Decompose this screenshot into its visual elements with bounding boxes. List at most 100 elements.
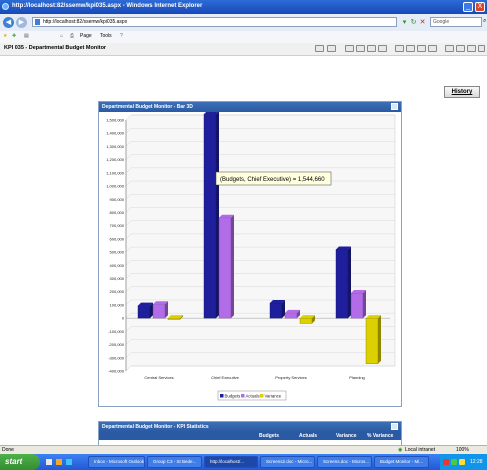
col-actuals: Actuals xyxy=(299,433,318,439)
favorites-star-icon[interactable]: ★ xyxy=(3,33,7,40)
tab-icon[interactable]: ▤ xyxy=(24,33,29,40)
toolbar-icon[interactable] xyxy=(315,45,324,52)
toolbar-icon[interactable] xyxy=(456,45,465,52)
page-menu[interactable]: Page xyxy=(80,33,92,40)
y-tick-label: 300,000 xyxy=(110,276,125,281)
window-title: http://localhost:82/ssemw/kpi035.aspx - … xyxy=(12,3,203,9)
start-button[interactable]: start xyxy=(0,454,40,470)
y-tick-label: 900,000 xyxy=(110,197,125,202)
y-tick-label: -100,000 xyxy=(108,329,125,334)
stats-panel-title: Departmental Budget Monitor - KPI Statis… xyxy=(102,424,209,430)
zone-text: Local intranet xyxy=(405,447,436,453)
address-bar: ◀ ▶ http://localhost:82/ssemw/kpi035.asp… xyxy=(0,14,487,32)
toolbar-icon[interactable] xyxy=(378,45,387,52)
minimize-button[interactable]: _ xyxy=(463,2,473,12)
taskbar-item[interactable]: Screens2.doc - Micro... xyxy=(260,456,315,468)
y-tick-label: 1,000,000 xyxy=(106,184,125,189)
legend-swatch-actuals xyxy=(241,394,245,398)
clock: 12:28 xyxy=(470,459,483,465)
taskbar-item[interactable]: Budget Monitor - Mi... xyxy=(374,456,429,468)
toolbar-icon[interactable] xyxy=(445,45,454,52)
toolbar-icon[interactable] xyxy=(428,45,437,52)
help-icon[interactable]: ? xyxy=(120,33,123,40)
y-tick-label: 1,200,000 xyxy=(106,157,125,162)
toolbar-icon[interactable] xyxy=(467,45,476,52)
x-tick-label: Central Services xyxy=(144,375,173,380)
tooltip-text: (Budgets, Chief Executive) = 1,544,660 xyxy=(220,177,325,183)
quicklaunch-icon[interactable] xyxy=(56,459,62,465)
toolbar-icon[interactable] xyxy=(345,45,354,52)
stats-panel-header: Departmental Budget Monitor - KPI Statis… xyxy=(99,422,401,432)
panel-close-icon[interactable] xyxy=(391,423,398,430)
y-tick-label: 0 xyxy=(122,316,125,321)
status-text: Done xyxy=(2,447,14,453)
y-tick-label: 600,000 xyxy=(110,236,125,241)
forward-icon[interactable]: ▶ xyxy=(16,17,27,28)
toolbar-icon[interactable] xyxy=(417,45,426,52)
bar-variance-0 xyxy=(167,317,181,320)
toolbar-icon[interactable] xyxy=(395,45,404,52)
chart-panel: Departmental Budget Monitor - Bar 3D 1,5… xyxy=(98,101,402,407)
bar-side-budgets-2 xyxy=(282,299,285,319)
taskbar-item[interactable]: Screens.doc - Micros... xyxy=(317,456,372,468)
zoom-level[interactable]: 100% xyxy=(456,447,469,453)
bar-side-budgets-1 xyxy=(216,112,219,319)
bar-side-budgets-3 xyxy=(348,246,351,319)
y-tick-label: -200,000 xyxy=(108,342,125,347)
y-tick-label: 1,500,000 xyxy=(106,118,125,123)
search-input[interactable]: Google xyxy=(430,17,482,27)
history-button[interactable]: History xyxy=(444,86,480,98)
chart-panel-title: Departmental Budget Monitor - Bar 3D xyxy=(102,104,193,110)
legend-label-actuals: Actuals xyxy=(246,394,260,399)
y-tick-label: 100,000 xyxy=(110,302,125,307)
y-tick-label: 1,400,000 xyxy=(106,131,125,136)
tray-icon[interactable] xyxy=(443,459,449,465)
url-input[interactable]: http://localhost:82/ssemw/kpi035.aspx xyxy=(32,17,397,27)
intranet-icon: ◉ xyxy=(398,447,403,453)
back-icon[interactable]: ◀ xyxy=(3,17,14,28)
home-icon[interactable]: ⌂ xyxy=(60,33,63,40)
legend-swatch-variance xyxy=(260,394,264,398)
close-button[interactable]: X xyxy=(475,2,485,12)
toolbar-icon[interactable] xyxy=(356,45,365,52)
legend-label-budgets: Budgets xyxy=(225,394,241,399)
x-tick-label: Planning xyxy=(349,375,365,380)
taskbar-item[interactable]: Group C3 - St Bede... xyxy=(147,456,202,468)
tray-icon[interactable] xyxy=(459,459,465,465)
search-icon[interactable]: ⌕ xyxy=(483,18,486,25)
taskbar-item[interactable]: http://localhost/... xyxy=(204,456,258,468)
legend-label-variance: Variance xyxy=(265,394,282,399)
url-text: http://localhost:82/ssemw/kpi035.aspx xyxy=(43,19,128,25)
toolbar-icon[interactable] xyxy=(478,45,485,52)
taskbar: start Inbox - Microsoft Outlook Group C3… xyxy=(0,454,487,470)
toolbar-icon[interactable] xyxy=(327,45,336,52)
bar-variance-2 xyxy=(299,317,313,324)
quicklaunch-icon[interactable] xyxy=(66,459,72,465)
y-tick-label: 800,000 xyxy=(110,210,125,215)
bar-budgets-2 xyxy=(269,302,283,319)
refresh-icon[interactable]: ↻ xyxy=(410,19,417,26)
bar-side-actuals-1 xyxy=(231,214,234,319)
bar-budgets-3 xyxy=(335,249,349,319)
quicklaunch-icon[interactable] xyxy=(46,459,52,465)
bar-variance-3 xyxy=(365,317,379,364)
x-tick-label: Property Services xyxy=(275,375,307,380)
print-icon[interactable]: ⎙ xyxy=(70,33,74,40)
add-favorite-icon[interactable]: ✚ xyxy=(12,33,16,40)
taskbar-item[interactable]: Inbox - Microsoft Outlook xyxy=(88,456,145,468)
col-variance: Variance xyxy=(336,433,357,439)
toolbar-icon[interactable] xyxy=(406,45,415,52)
bar-budgets-1 xyxy=(203,113,217,319)
col-budgets: Budgets xyxy=(259,433,279,439)
toolbar-icon[interactable] xyxy=(367,45,376,52)
tray-icon[interactable] xyxy=(451,459,457,465)
tools-menu[interactable]: Tools xyxy=(100,33,112,40)
go-icon[interactable]: ▾ xyxy=(401,19,408,26)
y-tick-label: 200,000 xyxy=(110,289,125,294)
y-tick-label: 1,100,000 xyxy=(106,170,125,175)
stop-icon[interactable]: ✕ xyxy=(419,19,426,26)
panel-close-icon[interactable] xyxy=(391,103,398,110)
window-titlebar: http://localhost:82/ssemw/kpi035.aspx - … xyxy=(0,0,487,14)
start-label: start xyxy=(5,457,23,466)
x-tick-label: Chief Executive xyxy=(211,375,240,380)
